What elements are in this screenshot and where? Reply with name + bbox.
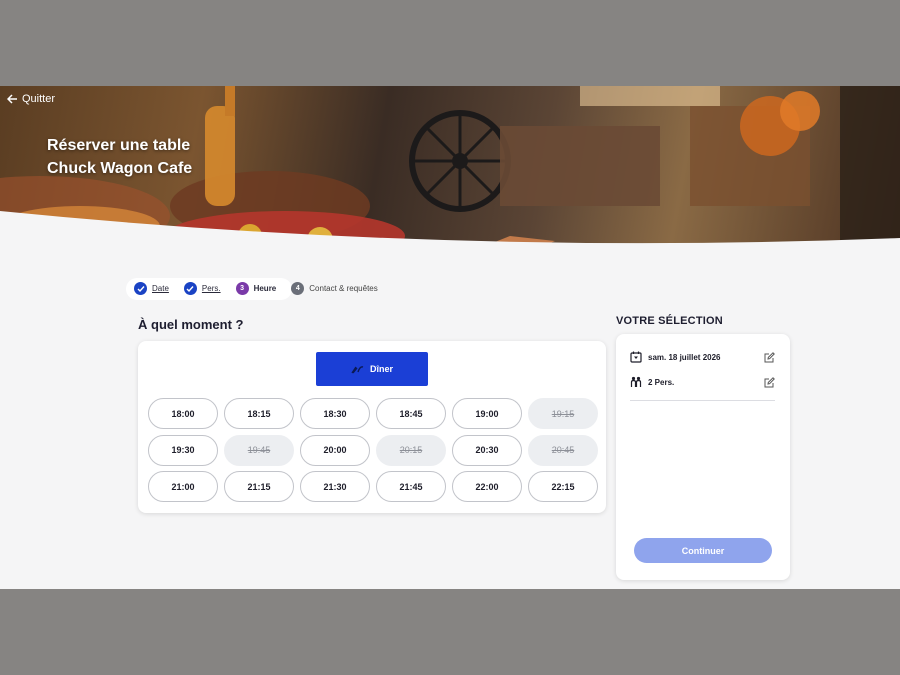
selection-persons: 2 Pers. bbox=[648, 377, 675, 387]
quit-label: Quitter bbox=[22, 93, 56, 105]
step-number: 4 bbox=[291, 282, 305, 295]
time-slot[interactable]: 18:45 bbox=[376, 398, 446, 429]
time-slot[interactable]: 22:15 bbox=[528, 471, 598, 502]
step-persons[interactable]: Pers. bbox=[183, 282, 221, 295]
time-slot[interactable]: 21:30 bbox=[300, 471, 370, 502]
page-title: Réserver une table Chuck Wagon Cafe bbox=[47, 134, 192, 180]
page-title-line1: Réserver une table bbox=[47, 137, 191, 154]
step-label: Contact & requêtes bbox=[309, 284, 378, 293]
time-slot[interactable]: 20:00 bbox=[300, 434, 370, 466]
hero-banner: Quitter Réserver une table Chuck Wagon C… bbox=[0, 86, 900, 264]
booking-page: Quitter Réserver une table Chuck Wagon C… bbox=[0, 86, 900, 589]
time-slot-unavailable: 20:15 bbox=[376, 434, 446, 466]
selection-title: VOTRE SÉLECTION bbox=[616, 315, 723, 327]
step-label: Date bbox=[152, 284, 169, 293]
time-slot[interactable]: 18:00 bbox=[148, 398, 218, 429]
step-contact: 4 Contact & requêtes bbox=[291, 282, 378, 295]
step-label: Pers. bbox=[201, 284, 221, 293]
time-slot-grid: 18:00 18:15 18:30 18:45 19:00 19:15 19:30 19:45… bbox=[148, 398, 598, 502]
calendar-icon bbox=[630, 351, 642, 363]
page-title-line2: Chuck Wagon Cafe bbox=[47, 160, 193, 177]
selection-date: sam. 18 juillet 2026 bbox=[648, 352, 721, 362]
continue-button[interactable]: Continuer bbox=[634, 538, 772, 563]
step-time: 3 Heure bbox=[235, 282, 277, 295]
hero-curve bbox=[0, 211, 900, 264]
meal-icon bbox=[351, 366, 364, 374]
step-label: Heure bbox=[253, 284, 277, 293]
selection-persons-row: 2 Pers. bbox=[630, 374, 775, 390]
time-slot[interactable]: 18:30 bbox=[300, 398, 370, 429]
stepper: Date Pers. 3 Heure 4 Contact & requêtes bbox=[134, 282, 393, 295]
check-icon bbox=[134, 282, 147, 295]
section-heading: À quel moment ? bbox=[138, 317, 244, 332]
edit-icon[interactable] bbox=[764, 351, 775, 363]
people-icon bbox=[630, 376, 642, 387]
step-number: 3 bbox=[235, 282, 249, 295]
time-slot[interactable]: 21:00 bbox=[148, 471, 218, 502]
divider bbox=[630, 400, 775, 401]
time-slot[interactable]: 22:00 bbox=[452, 471, 522, 502]
step-date[interactable]: Date bbox=[134, 282, 169, 295]
selection-date-row: sam. 18 juillet 2026 bbox=[630, 349, 775, 365]
time-slot-unavailable: 20:45 bbox=[528, 434, 598, 466]
time-slot[interactable]: 21:45 bbox=[376, 471, 446, 502]
time-card: Dîner 18:00 18:15 18:30 18:45 19:00 19:15 19:3… bbox=[138, 341, 606, 513]
edit-icon[interactable] bbox=[764, 376, 775, 388]
time-slot[interactable]: 21:15 bbox=[224, 471, 294, 502]
time-slot-unavailable: 19:15 bbox=[528, 398, 598, 429]
meal-button-label: Dîner bbox=[369, 364, 393, 374]
check-icon bbox=[183, 282, 197, 295]
selection-card: sam. 18 juillet 2026 2 Pers. Continuer bbox=[616, 334, 790, 580]
time-slot[interactable]: 18:15 bbox=[224, 398, 294, 429]
time-slot[interactable]: 20:30 bbox=[452, 434, 522, 466]
time-slot[interactable]: 19:00 bbox=[452, 398, 522, 429]
arrow-left-icon bbox=[7, 94, 17, 104]
meal-button-dinner[interactable]: Dîner bbox=[316, 352, 428, 386]
time-slot[interactable]: 19:30 bbox=[148, 434, 218, 466]
quit-link[interactable]: Quitter bbox=[7, 93, 55, 105]
time-slot-unavailable: 19:45 bbox=[224, 434, 294, 466]
